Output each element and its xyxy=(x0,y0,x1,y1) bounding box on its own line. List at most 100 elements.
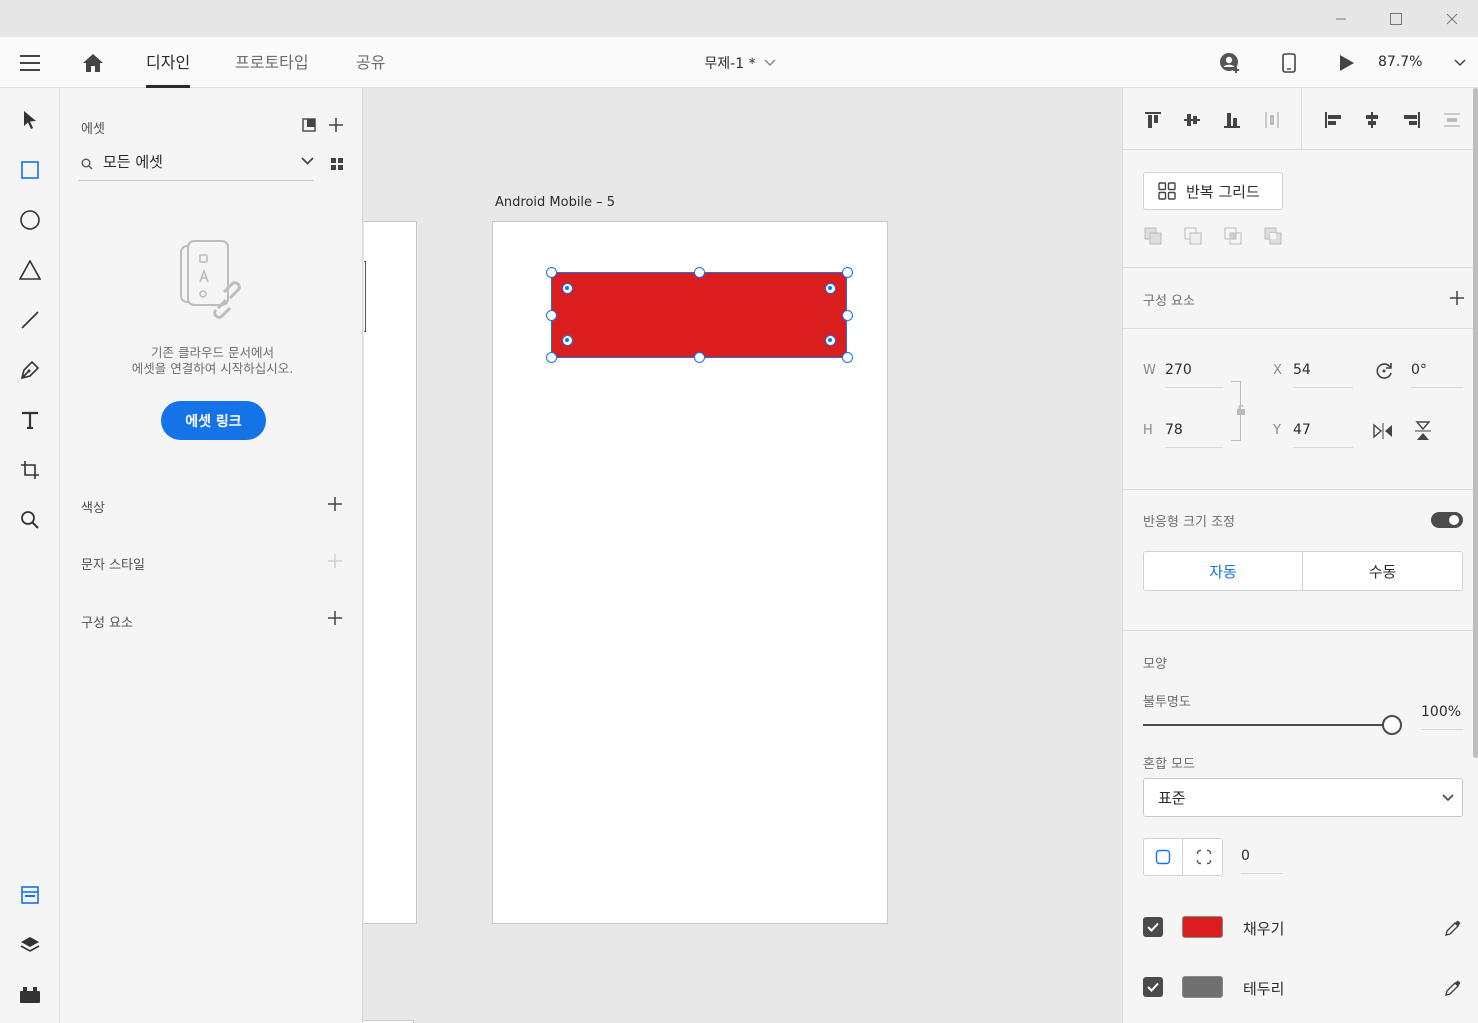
align-bottom-button[interactable] xyxy=(1220,108,1244,132)
fill-eyedropper-button[interactable] xyxy=(1442,917,1464,939)
inspector-scrollbar[interactable] xyxy=(1473,88,1478,758)
opacity-slider-track[interactable] xyxy=(1143,724,1383,726)
assets-empty-message: 기존 클라우드 문서에서 에셋을 연결하여 시작하십시오. xyxy=(131,345,294,376)
align-right-button[interactable] xyxy=(1400,108,1424,132)
tab-share[interactable]: 공유 xyxy=(356,37,385,88)
per-corner-button[interactable] xyxy=(1184,839,1223,875)
width-input[interactable]: 270 xyxy=(1165,358,1223,388)
corner-radius-handle-bottom-right[interactable] xyxy=(825,335,836,346)
previous-artboard-element[interactable] xyxy=(364,261,366,332)
document-title-dropdown[interactable]: 무제-1 * xyxy=(660,37,820,88)
distribute-horizontal-button[interactable] xyxy=(1440,108,1464,132)
artboard-tool[interactable] xyxy=(10,450,50,490)
design-canvas[interactable]: Android Mobile – 5 xyxy=(364,88,1122,1023)
border-label: 테두리 xyxy=(1243,980,1285,998)
border-eyedropper-button[interactable] xyxy=(1442,977,1464,999)
add-color-button[interactable] xyxy=(326,495,344,513)
y-input[interactable]: 47 xyxy=(1293,418,1353,448)
opacity-slider-thumb[interactable] xyxy=(1382,715,1402,735)
link-assets-button[interactable]: 에셋 링크 xyxy=(161,401,266,440)
resize-handle-bottom[interactable] xyxy=(694,352,705,363)
toggle-knob xyxy=(1449,515,1459,525)
zoom-level[interactable]: 87.7% xyxy=(1378,37,1422,88)
align-left-button[interactable] xyxy=(1321,108,1345,132)
subtract-boolean-button[interactable] xyxy=(1183,226,1203,246)
corner-radius-handle-top-right[interactable] xyxy=(825,283,836,294)
selected-rectangle[interactable] xyxy=(551,272,847,358)
fill-color-swatch[interactable] xyxy=(1182,916,1223,938)
device-preview-button[interactable] xyxy=(1273,47,1305,79)
line-tool[interactable] xyxy=(10,300,50,340)
maximize-icon xyxy=(1390,12,1402,25)
lock-icon[interactable] xyxy=(1236,404,1246,416)
select-tool[interactable] xyxy=(10,100,50,140)
align-center-button[interactable] xyxy=(1360,108,1384,132)
corner-radius-handle-bottom-left[interactable] xyxy=(562,335,573,346)
assets-panel-button[interactable] xyxy=(10,875,50,915)
add-component-button[interactable] xyxy=(326,609,344,627)
resize-handle-top-left[interactable] xyxy=(546,267,557,278)
zoom-tool[interactable] xyxy=(10,500,50,540)
ellipse-tool[interactable] xyxy=(10,200,50,240)
layers-panel-button[interactable] xyxy=(10,925,50,965)
add-asset-button[interactable] xyxy=(327,116,345,134)
create-component-button[interactable] xyxy=(1449,290,1465,306)
distribute-vertical-button[interactable] xyxy=(1260,108,1284,132)
artboard-label[interactable]: Android Mobile – 5 xyxy=(495,195,615,210)
border-checkbox[interactable] xyxy=(1143,977,1163,997)
menu-button[interactable] xyxy=(14,47,46,79)
flip-vertical-button[interactable] xyxy=(1412,420,1434,442)
fill-checkbox[interactable] xyxy=(1143,917,1163,937)
flip-horizontal-button[interactable] xyxy=(1372,420,1394,442)
corner-radius-input[interactable]: 0 xyxy=(1241,844,1283,874)
resize-mode-manual[interactable]: 수동 xyxy=(1302,551,1463,591)
resize-handle-left[interactable] xyxy=(546,310,557,321)
rectangle-tool[interactable] xyxy=(10,150,50,190)
align-top-button[interactable] xyxy=(1141,108,1165,132)
minimize-button[interactable] xyxy=(1313,0,1369,37)
align-middle-icon xyxy=(1184,114,1200,126)
invite-user-button[interactable] xyxy=(1214,47,1246,79)
exclude-boolean-button[interactable] xyxy=(1263,226,1283,246)
chevron-down-icon xyxy=(1454,59,1466,67)
blend-mode-select[interactable]: 표준 xyxy=(1143,778,1463,817)
rotation-input[interactable]: 0° xyxy=(1411,358,1463,388)
intersect-boolean-button[interactable] xyxy=(1223,226,1243,246)
corner-radius-handle-top-left[interactable] xyxy=(562,283,573,294)
border-color-swatch[interactable] xyxy=(1182,976,1223,998)
open-library-button[interactable] xyxy=(300,116,318,134)
grid-view-button[interactable] xyxy=(328,155,346,173)
add-boolean-button[interactable] xyxy=(1143,226,1163,246)
artboard-previous[interactable] xyxy=(364,221,417,924)
add-character-style-button[interactable] xyxy=(326,552,344,570)
opacity-input[interactable]: 100% xyxy=(1421,700,1463,730)
tab-prototype[interactable]: 프로토타입 xyxy=(235,37,309,88)
repeat-grid-button[interactable]: 반복 그리드 xyxy=(1143,172,1283,210)
polygon-tool[interactable] xyxy=(10,250,50,290)
resize-handle-bottom-left[interactable] xyxy=(546,352,557,363)
responsive-resize-toggle[interactable] xyxy=(1431,512,1463,528)
close-window-button[interactable] xyxy=(1424,0,1478,37)
zoom-dropdown-button[interactable] xyxy=(1450,55,1470,71)
text-tool[interactable] xyxy=(10,400,50,440)
play-preview-button[interactable] xyxy=(1331,47,1363,79)
corner-individual-icon xyxy=(1196,849,1211,865)
resize-handle-top-right[interactable] xyxy=(842,267,853,278)
assets-icon xyxy=(21,886,39,904)
home-button[interactable] xyxy=(77,47,109,79)
resize-mode-auto[interactable]: 자동 xyxy=(1143,551,1303,591)
pen-tool[interactable] xyxy=(10,350,50,390)
resize-handle-right[interactable] xyxy=(842,310,853,321)
height-input[interactable]: 78 xyxy=(1165,418,1223,448)
tab-design[interactable]: 디자인 xyxy=(146,37,191,88)
plugins-panel-button[interactable] xyxy=(10,975,50,1015)
asset-filter-dropdown[interactable]: 모든 에셋 xyxy=(78,148,314,181)
resize-handle-top[interactable] xyxy=(694,267,705,278)
resize-handle-bottom-right[interactable] xyxy=(842,352,853,363)
x-input[interactable]: 54 xyxy=(1293,358,1353,388)
distribute-icon xyxy=(1444,113,1460,127)
align-middle-button[interactable] xyxy=(1180,108,1204,132)
linked-document-illustration-icon xyxy=(180,240,241,319)
maximize-button[interactable] xyxy=(1368,0,1424,37)
uniform-corner-button[interactable] xyxy=(1144,839,1183,875)
